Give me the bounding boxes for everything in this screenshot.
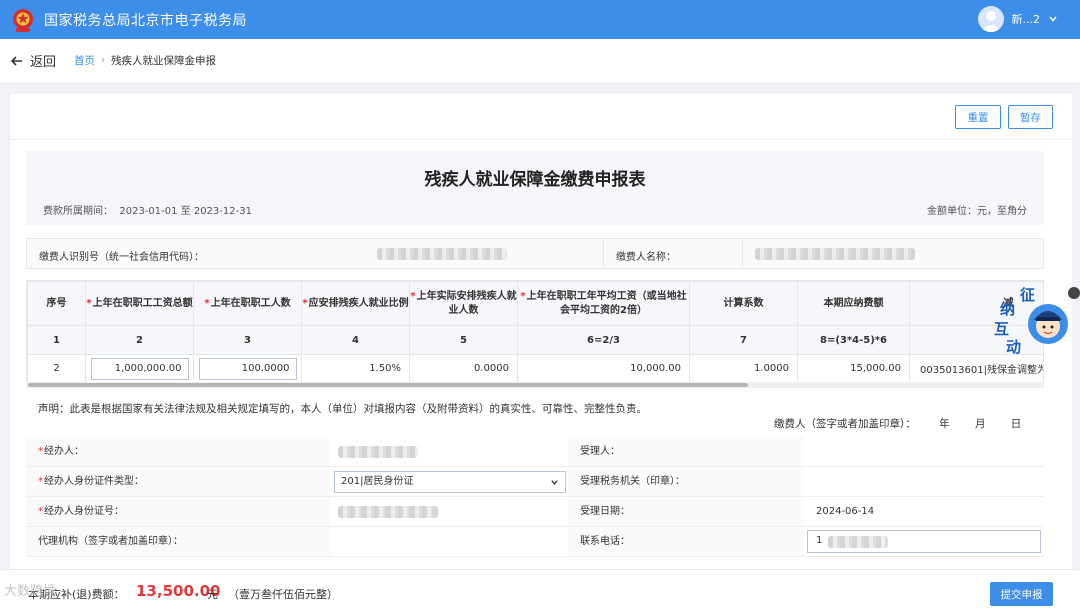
tax-office-label: 受理税务机关（印章）： (568, 467, 804, 496)
phone-label: 联系电话： (568, 527, 804, 556)
table-row: 2 1,000,000.00 100.0000 1.50% 0.0000 10,000.0… (27, 354, 1043, 383)
float-char-2[interactable]: 纳 (1000, 298, 1015, 319)
table-cell: 15,000.00 (797, 354, 910, 383)
watermark: 大数跨境 (4, 584, 57, 599)
column-header: 本期应纳费额 (797, 281, 910, 326)
column-index-cell: 1 (27, 325, 86, 355)
save-draft-button[interactable]: 暂存 (1008, 105, 1053, 129)
scrollbar-thumb[interactable] (28, 383, 748, 387)
receiver-label: 受理人： (568, 437, 804, 466)
amount-unit: 元 (207, 588, 218, 601)
breadcrumb-bar: 返回 首页 › 残疾人就业保障金申报 (0, 39, 1080, 82)
column-index-cell: 6=2/3 (517, 325, 690, 355)
amount-unit-note: 金额单位：元，至角分 (927, 206, 1027, 217)
phone-input[interactable]: 1 (807, 530, 1041, 553)
accept-date-value: 2024-06-14 (816, 506, 875, 517)
column-index-cell: 5 (409, 325, 518, 355)
tax-interaction-widget[interactable]: 征 纳 互 动 (990, 286, 1072, 360)
arrow-left-icon[interactable] (10, 54, 24, 68)
staff-count-input[interactable]: 100.0000 (198, 357, 297, 380)
agent-name-redacted (338, 446, 418, 458)
form-toolbar: 重置 暂存 (10, 94, 1072, 140)
agent-id-redacted (338, 506, 438, 518)
site-title: 国家税务总局北京市电子税务局 (44, 12, 247, 29)
wage-total-cell[interactable]: 1,000,000.00 (85, 354, 194, 383)
agent-id-type-select[interactable]: 201|居民身份证 (334, 471, 566, 493)
staff-count-cell[interactable]: 100.0000 (193, 354, 302, 383)
avatar[interactable] (977, 6, 1004, 32)
breadcrumb-current: 残疾人就业保障金申报 (111, 55, 217, 67)
reset-button[interactable]: 重置 (955, 105, 1001, 129)
accept-date-label: 受理日期： (568, 497, 804, 526)
agent-id-label: *经办人身份证号： (26, 497, 330, 526)
payer-id-value-redacted (377, 248, 507, 260)
form-header: 残疾人就业保障金缴费申报表 费款所属期间： 2023-01-01 至 2023-… (26, 151, 1044, 225)
column-index-cell: 8=(3*4-5)*6 (797, 325, 910, 355)
amount-chinese: （壹万叁仟伍佰元整） (228, 588, 338, 601)
info-row-agency: 代理机构（签字或者加盖印章）： 联系电话： 1 (26, 527, 1044, 557)
agent-label: *经办人： (26, 437, 330, 466)
payer-id-label: 缴费人识别号（统一社会信用代码）： (39, 252, 204, 263)
payer-name-label: 缴费人名称： (616, 252, 676, 263)
user-menu[interactable]: 新...2 (977, 6, 1059, 32)
agency-label: 代理机构（签字或者加盖印章）： (26, 527, 330, 556)
table-cell: 10,000.00 (517, 354, 690, 383)
form-title: 残疾人就业保障金缴费申报表 (424, 170, 646, 190)
table-cell: 1.50% (301, 354, 410, 383)
table-header-row: 序号 *上年在职职工工资总额 *上年在职职工人数 *应安排残疾人就业比例 *上年实际安排… (27, 281, 1043, 326)
column-header: *上年实际安排残疾人就业人数 (409, 281, 518, 326)
top-navbar: 国家税务总局北京市电子税务局 新...2 (0, 0, 1080, 39)
submit-button[interactable]: 提交申报 (990, 582, 1053, 606)
period-text: 费款所属期间： 2023-01-01 至 2023-12-31 (43, 206, 252, 217)
info-row-agent: *经办人： 受理人： (26, 437, 1044, 467)
chevron-down-icon[interactable] (550, 478, 559, 487)
breadcrumb-home[interactable]: 首页 (74, 53, 95, 68)
breadcrumb-separator: › (101, 55, 106, 66)
column-header: *上年在职职工人数 (193, 281, 302, 326)
tax-emblem-icon (10, 7, 36, 33)
payer-info-row: 缴费人识别号（统一社会信用代码）： 缴费人名称： (26, 238, 1044, 269)
chevron-down-icon[interactable] (1048, 14, 1058, 24)
footer-bar: 本期应补(退)费额： 13,500.00 元 （壹万叁仟伍佰元整） 提交申报 (0, 569, 1080, 613)
column-index-cell: 4 (301, 325, 410, 355)
wage-total-input[interactable]: 1,000,000.00 (90, 357, 189, 380)
float-char-1[interactable]: 征 (1020, 284, 1035, 305)
column-index-cell: 3 (193, 325, 302, 355)
user-name[interactable]: 新...2 (1012, 11, 1041, 27)
table-cell: 0.0000 (409, 354, 518, 383)
table-cell: 1.0000 (689, 354, 798, 383)
table-horizontal-scrollbar[interactable] (26, 382, 1044, 388)
column-header: *应安排残疾人就业比例 (301, 281, 410, 326)
column-header: 序号 (27, 281, 86, 326)
column-header: *上年在职职工工资总额 (85, 281, 194, 326)
info-row-id-number: *经办人身份证号： 受理日期： 2024-06-14 (26, 497, 1044, 527)
fee-table[interactable]: 序号 *上年在职职工工资总额 *上年在职职工人数 *应安排残疾人就业比例 *上年实际安排… (26, 280, 1044, 384)
info-row-id-type: *经办人身份证件类型： 201|居民身份证 受理税务机关（印章）： (26, 467, 1044, 497)
declaration-text: 声明：此表是根据国家有关法律法规及相关规定填写的，本人（单位）对填报内容（及附带… (38, 403, 647, 415)
payer-name-value-redacted (755, 248, 915, 260)
back-button[interactable]: 返回 (10, 51, 56, 70)
signature-line: 缴费人（签字或者加盖印章）： 年 月 日 (774, 418, 1022, 430)
form-panel: 重置 暂存 残疾人就业保障金缴费申报表 费款所属期间： 2023-01-01 至… (10, 94, 1072, 569)
collapse-handle-icon[interactable] (1068, 287, 1080, 299)
table-cell: 2 (27, 354, 86, 383)
agent-id-type-label: *经办人身份证件类型： (26, 467, 330, 496)
float-char-4[interactable]: 动 (1006, 336, 1021, 357)
back-label[interactable]: 返回 (30, 51, 56, 70)
column-index-cell: 7 (689, 325, 798, 355)
table-index-row: 1 2 3 4 5 6=2/3 7 8=(3*4-5)*6 (27, 325, 1043, 355)
column-header: *上年在职职工年平均工资（或当地社会平均工资的2倍） (517, 281, 690, 326)
column-header: 计算系数 (689, 281, 798, 326)
column-index-cell: 2 (85, 325, 194, 355)
